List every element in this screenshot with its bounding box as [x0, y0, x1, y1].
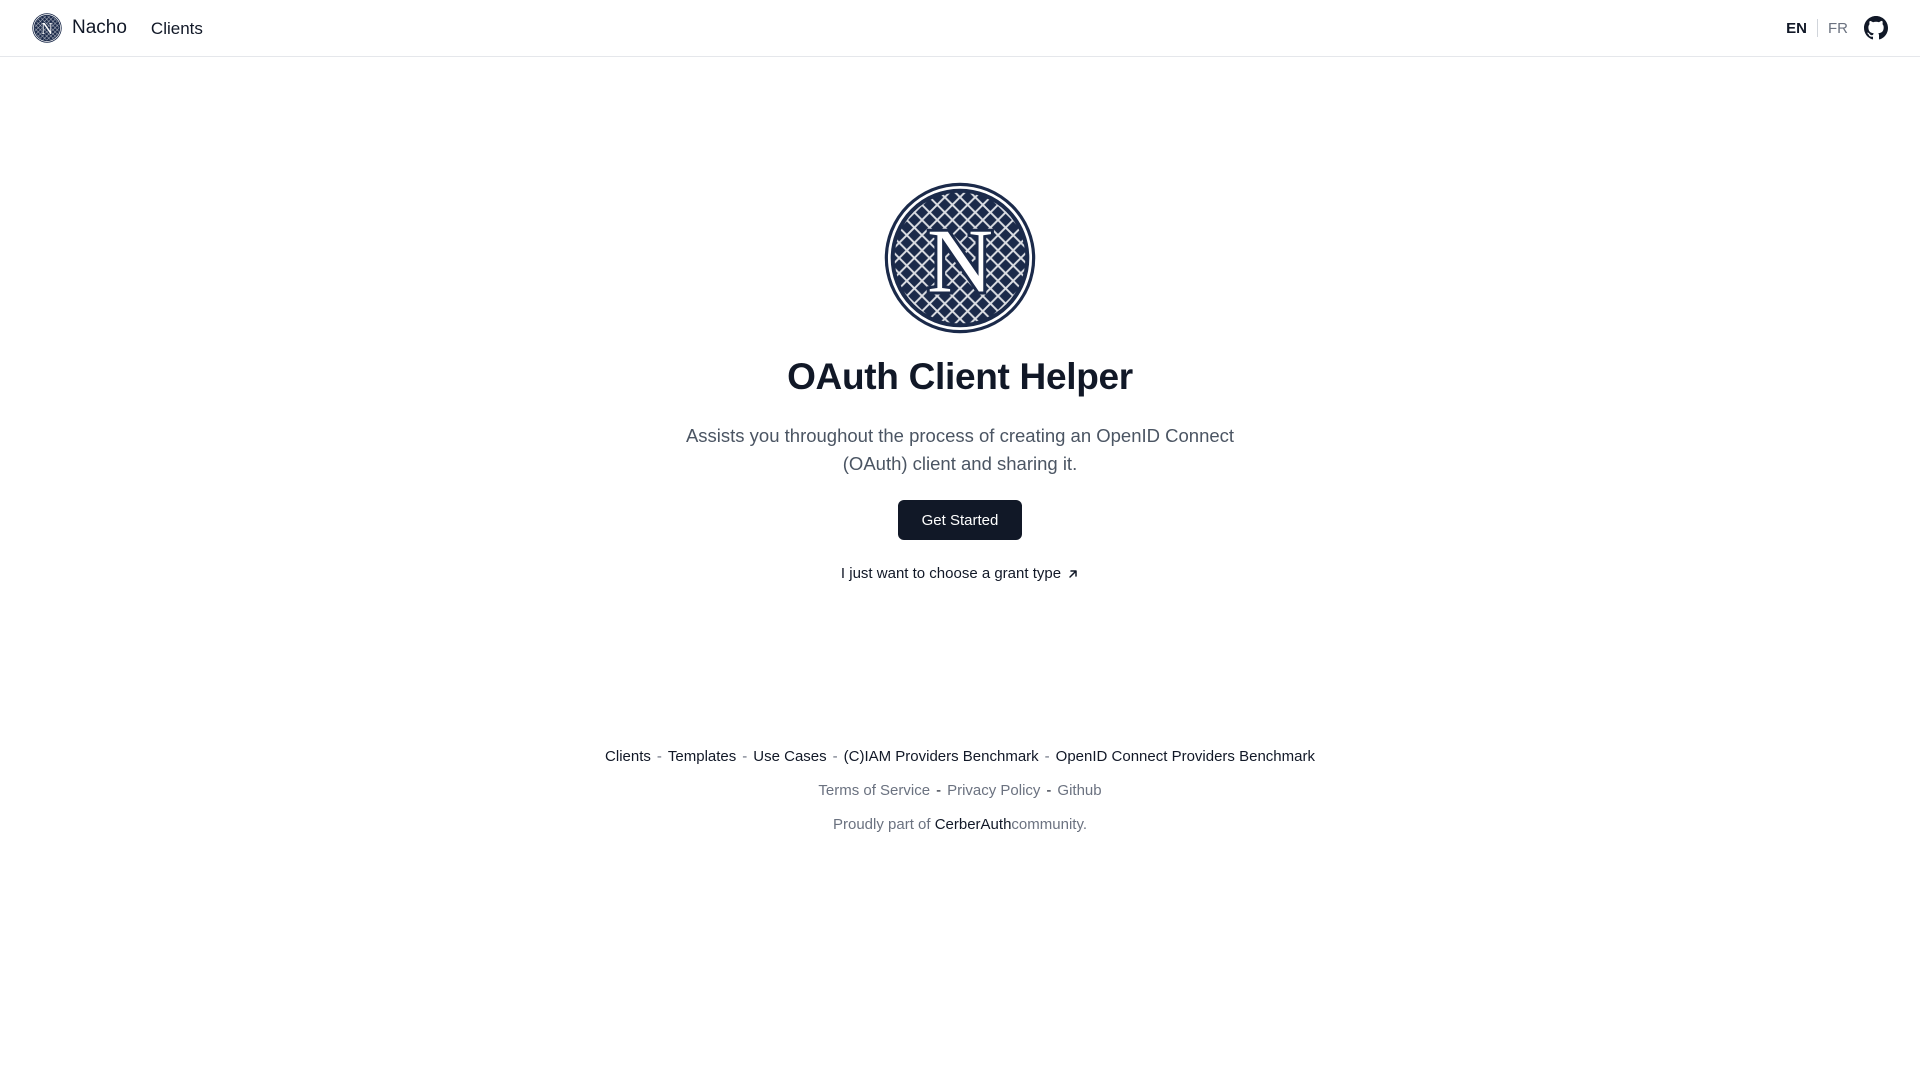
footer-link-oidc-benchmark[interactable]: OpenID Connect Providers Benchmark [1056, 748, 1315, 765]
arrow-up-right-icon [1069, 569, 1077, 578]
footer-separator: - [832, 748, 838, 765]
hero-section: N OAuth Client Helper Assists you throug… [0, 182, 1920, 582]
nacho-hero-logo-icon: N [884, 182, 1036, 334]
language-en-option[interactable]: EN [1786, 20, 1807, 37]
community-link[interactable]: community. [1011, 816, 1087, 833]
github-link[interactable]: Github [1057, 782, 1101, 799]
footer-separator: - [742, 748, 748, 765]
terms-of-service-link[interactable]: Terms of Service [818, 782, 930, 799]
community-prefix: Proudly part of [832, 816, 935, 833]
language-fr-option[interactable]: FR [1828, 20, 1848, 37]
footer-nav: Clients - Templates - Use Cases - (C)IAM… [605, 748, 1315, 765]
page-footer: Clients - Templates - Use Cases - (C)IAM… [0, 748, 1920, 833]
language-divider [1817, 19, 1818, 37]
page-title: OAuth Client Helper [787, 356, 1133, 397]
footer-legal-separator: - [936, 782, 942, 799]
footer-legal: Terms of Service - Privacy Policy - Gith… [818, 782, 1101, 799]
footer-separator: - [656, 748, 662, 765]
nacho-logo-icon: N [32, 13, 62, 43]
brand-name: Nacho [72, 17, 127, 38]
brand-home-link[interactable]: N Nacho [32, 13, 127, 43]
privacy-policy-link[interactable]: Privacy Policy [947, 782, 1040, 799]
nav-clients-link[interactable]: Clients [151, 19, 203, 39]
hero-description: Assists you throughout the process of cr… [685, 425, 1235, 474]
choose-grant-type-label: I just want to choose a grant type [840, 565, 1062, 582]
svg-text:N: N [41, 19, 53, 38]
footer-community: Proudly part of CerberAuthcommunity. [833, 816, 1087, 833]
footer-link-use-cases[interactable]: Use Cases [753, 748, 826, 765]
get-started-button[interactable]: Get Started [897, 500, 1023, 540]
cerberauth-link[interactable]: CerberAuth [935, 816, 1012, 833]
footer-separator: - [1044, 748, 1050, 765]
footer-legal-separator: - [1046, 782, 1052, 799]
footer-link-templates[interactable]: Templates [668, 748, 736, 765]
choose-grant-type-link[interactable]: I just want to choose a grant type [841, 565, 1079, 582]
svg-text:N: N [927, 210, 993, 311]
footer-link-ciam-benchmark[interactable]: (C)IAM Providers Benchmark [844, 748, 1039, 765]
top-navbar: N Nacho Clients EN FR [0, 0, 1920, 57]
github-icon[interactable] [1864, 16, 1888, 40]
footer-link-clients[interactable]: Clients [605, 748, 651, 765]
header-actions: EN FR [1786, 16, 1888, 40]
